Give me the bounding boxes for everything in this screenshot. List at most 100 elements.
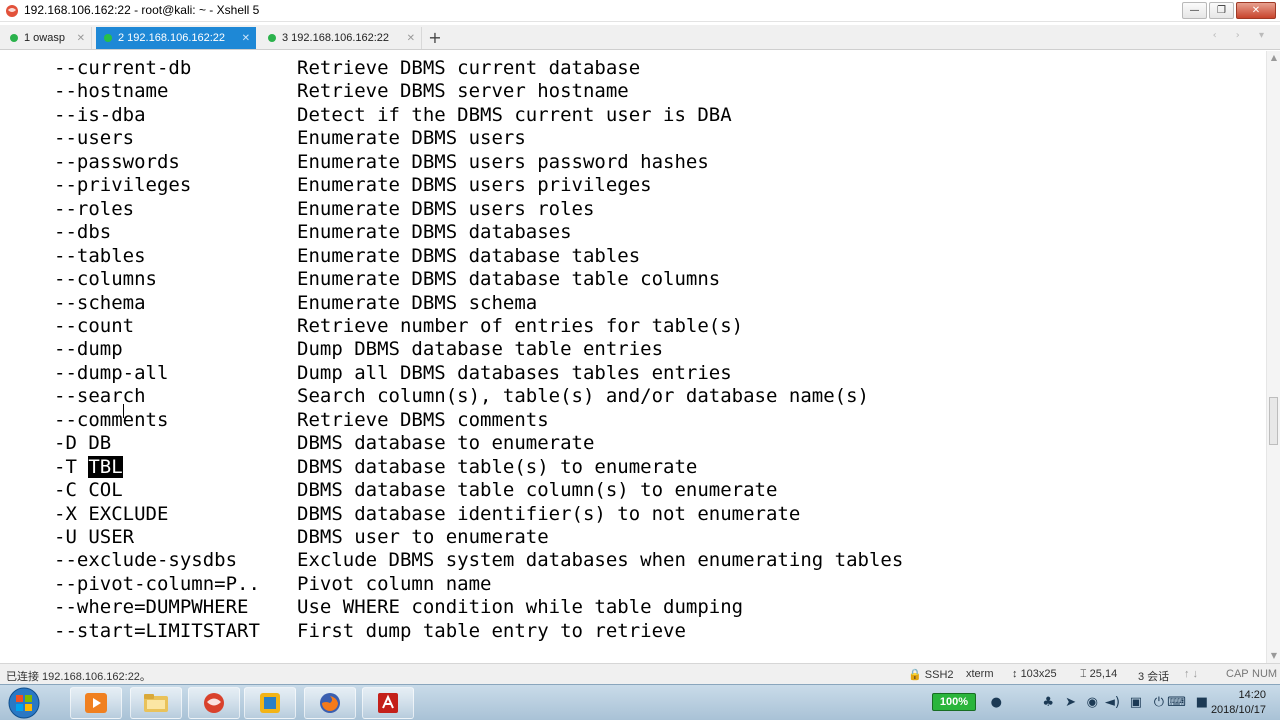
connected-status-icon: [268, 34, 276, 42]
windows-taskbar: ▲ 100% ● ♣ ➤ ◉ ◄) ▣ ⏻ ⌨ ■ 14:20 2018/10/…: [0, 684, 1280, 720]
close-button[interactable]: ✕: [1236, 2, 1276, 19]
pdf-reader-icon: [378, 693, 398, 713]
send-icon[interactable]: ➤: [1065, 695, 1076, 710]
terminal-type: xterm: [966, 668, 994, 680]
option-flag: --comments: [54, 408, 169, 431]
add-tab-button[interactable]: +: [426, 28, 444, 48]
keyboard-icon[interactable]: ⌨: [1167, 695, 1186, 710]
scroll-arrows-icon[interactable]: ↑ ↓: [1184, 668, 1198, 680]
option-description: Enumerate DBMS users: [297, 127, 526, 150]
minimize-button[interactable]: —: [1182, 2, 1207, 19]
xftp-icon: [260, 693, 280, 713]
taskbar-explorer-button[interactable]: [130, 687, 182, 719]
restore-button[interactable]: ❐: [1209, 2, 1234, 19]
session-tab-bar: 1 owasp ✕ 2 192.168.106.162:22 ✕ 3 192.1…: [0, 25, 1280, 50]
option-description: Detect if the DBMS current user is DBA: [297, 103, 732, 126]
option-flag: --count: [54, 314, 135, 337]
option-flag: --pivot-column=P..: [54, 572, 260, 595]
option-description: Enumerate DBMS users roles: [297, 197, 595, 220]
option-flag: --dump-all: [54, 361, 169, 384]
close-tab-icon[interactable]: ✕: [77, 33, 85, 44]
option-flag: -C COL: [54, 479, 123, 502]
caps-lock-indicator: CAP: [1226, 668, 1249, 680]
lock-icon: 🔒: [908, 669, 922, 681]
option-description: Retrieve DBMS comments: [297, 408, 549, 431]
cursor-position-icon: ⌶: [1080, 668, 1087, 680]
terminal-scrollbar[interactable]: ▲ ▼: [1266, 51, 1280, 663]
taskbar-pdf-reader-button[interactable]: [362, 687, 414, 719]
tab-session-3[interactable]: 3 192.168.106.162:22 ✕: [260, 27, 422, 49]
num-lock-indicator: NUM: [1252, 668, 1278, 680]
option-description: Enumerate DBMS schema: [297, 291, 538, 314]
option-description: Use WHERE condition while table dumping: [297, 596, 744, 619]
session-count: 3 会话: [1138, 671, 1170, 683]
option-flag: -T TBL: [54, 455, 123, 479]
tab-session-1[interactable]: 1 owasp ✕: [2, 27, 92, 49]
option-description: DBMS database identifier(s) to not enume…: [297, 502, 801, 525]
option-flag: -X EXCLUDE: [54, 502, 169, 525]
option-description: Search column(s), table(s) and/or databa…: [297, 385, 869, 408]
media-player-icon: [85, 693, 107, 713]
option-flag-prefix: -T: [54, 455, 89, 478]
option-description: Retrieve DBMS current database: [297, 57, 641, 79]
clock-time: 14:20: [1238, 689, 1266, 701]
option-description: Enumerate DBMS users privileges: [297, 174, 652, 197]
option-flag: -U USER: [54, 526, 135, 548]
xshell-icon: [204, 693, 224, 713]
option-description: DBMS database table column(s) to enumera…: [297, 479, 778, 502]
option-flag: --passwords: [54, 150, 180, 173]
input-method-icon[interactable]: ■: [1196, 695, 1208, 710]
option-description: Enumerate DBMS databases: [297, 221, 572, 244]
terminal-size: ↕ 103x25: [1012, 668, 1057, 680]
option-flag: --roles: [54, 197, 135, 220]
tab-label: 1 owasp: [24, 32, 65, 44]
option-flag: --exclude-sysdbs: [54, 549, 238, 572]
battery-indicator[interactable]: 100%: [932, 693, 976, 711]
power-icon[interactable]: ⏻: [1154, 695, 1164, 710]
option-flag: --privileges: [54, 174, 192, 197]
tab-navigation-arrows[interactable]: ‹ › ▾: [1213, 30, 1272, 41]
option-flag: --dump: [54, 338, 123, 361]
close-tab-icon[interactable]: ✕: [407, 33, 415, 44]
gamepad-icon[interactable]: ●: [991, 695, 1002, 710]
option-flag: --is-dba: [54, 103, 146, 126]
scrollbar-thumb[interactable]: [1269, 397, 1278, 445]
option-flag: --tables: [54, 244, 146, 267]
option-description: Enumerate DBMS users password hashes: [297, 150, 709, 173]
option-description: Retrieve DBMS server hostname: [297, 80, 629, 103]
option-description: First dump table entry to retrieve: [297, 619, 686, 642]
connected-status-icon: [104, 34, 112, 42]
option-flag: --current-db: [54, 57, 192, 79]
windows-start-icon[interactable]: [4, 686, 44, 720]
option-flag: --where=DUMPWHERE: [54, 596, 249, 619]
selected-text[interactable]: TBL: [88, 455, 123, 478]
tray-app-icon[interactable]: ♣: [1042, 695, 1054, 710]
terminal-output[interactable]: --current-db Retrieve DBMS current databa…: [0, 51, 1266, 663]
xshell-app-icon: [6, 5, 18, 17]
window-title: 192.168.106.162:22 - root@kali: ~ - Xshe…: [24, 3, 260, 17]
close-tab-icon[interactable]: ✕: [242, 33, 250, 44]
taskbar-firefox-button[interactable]: [304, 687, 356, 719]
system-clock[interactable]: 14:20 2018/10/17: [1211, 688, 1266, 718]
option-flag: --dbs: [54, 221, 112, 244]
connected-status-icon: [10, 34, 18, 42]
device-icon[interactable]: ▣: [1130, 695, 1142, 710]
tab-session-2[interactable]: 2 192.168.106.162:22 ✕: [96, 27, 256, 49]
status-bar: 已连接 192.168.106.162:22。 🔒 SSH2 xterm ↕ 1…: [0, 663, 1280, 684]
option-description: Enumerate DBMS database tables: [297, 244, 641, 267]
option-description: DBMS user to enumerate: [297, 526, 549, 548]
protocol-label: SSH2: [924, 669, 954, 681]
option-description: Enumerate DBMS database table columns: [297, 268, 721, 291]
scroll-up-arrow-icon[interactable]: ▲: [1267, 51, 1280, 65]
cursor-position-label: 25,14: [1089, 668, 1118, 680]
option-description: DBMS database table(s) to enumerate: [297, 455, 698, 478]
taskbar-xshell-button[interactable]: [188, 687, 240, 719]
terminal-size-label: 103x25: [1020, 668, 1057, 680]
option-description: Dump DBMS database table entries: [297, 338, 664, 361]
resize-icon: ↕: [1012, 668, 1018, 680]
taskbar-media-player-button[interactable]: [70, 687, 122, 719]
tray-network-app-icon[interactable]: ◉: [1087, 695, 1098, 710]
volume-icon[interactable]: ◄): [1105, 695, 1120, 710]
taskbar-xftp-button[interactable]: [244, 687, 296, 719]
scroll-down-arrow-icon[interactable]: ▼: [1267, 649, 1280, 663]
